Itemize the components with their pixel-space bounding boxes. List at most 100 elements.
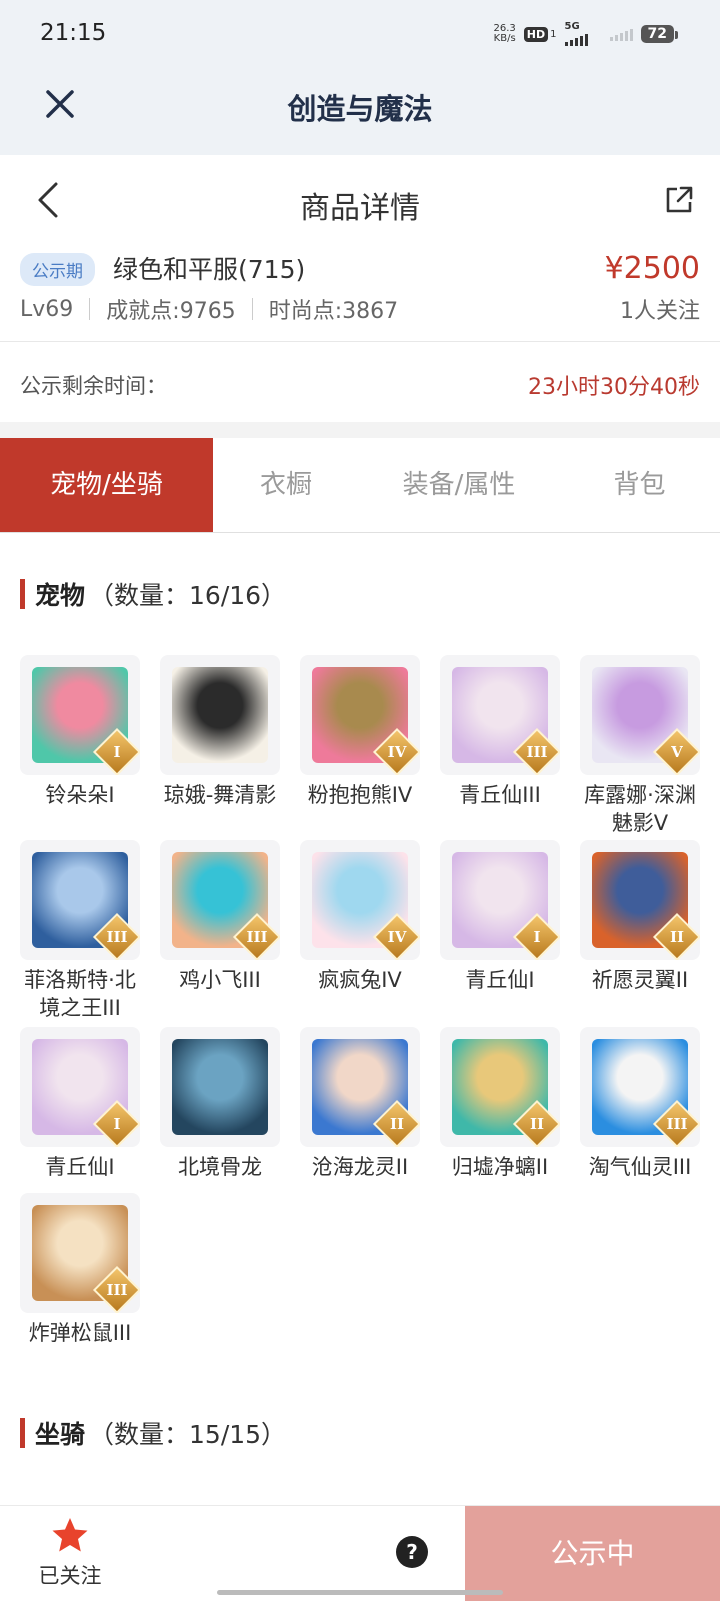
rank-numeral: V (671, 743, 683, 761)
pets-section-header: 宠物 （数量：16/16） (20, 578, 286, 610)
bottom-action-bar: 已关注 ? 公示中 (0, 1505, 720, 1601)
pet-card[interactable]: III 鸡小飞III (160, 840, 280, 994)
signal-5g-icon: 5G (564, 21, 588, 46)
pet-card[interactable]: III 菲洛斯特·北境之王III (20, 840, 140, 1022)
pet-card[interactable]: II 沧海龙灵II (300, 1027, 420, 1181)
rank-numeral: III (526, 743, 548, 761)
pet-portrait: V (580, 655, 700, 775)
divider (251, 298, 253, 320)
pet-card[interactable]: III 青丘仙III (440, 655, 560, 809)
follow-button[interactable]: 已关注 (30, 1516, 110, 1590)
rank-numeral: III (106, 928, 128, 946)
pet-card[interactable]: 北境骨龙 (160, 1027, 280, 1181)
section-count: （数量：16/16） (89, 581, 287, 610)
rank-numeral: I (113, 743, 121, 761)
mounts-section-header: 坐骑 （数量：15/15） (20, 1417, 286, 1449)
pet-image (172, 667, 268, 763)
pet-card[interactable]: IV 疯疯兔IV (300, 840, 420, 994)
pet-portrait: I (20, 655, 140, 775)
rank-numeral: II (669, 928, 685, 946)
pet-portrait: III (580, 1027, 700, 1147)
pet-card[interactable]: II 归墟净螭II (440, 1027, 560, 1181)
rank-numeral: IV (387, 743, 407, 761)
pet-portrait (160, 1027, 280, 1147)
tab-equipment[interactable]: 装备/属性 (359, 438, 559, 532)
tab-backpack[interactable]: 背包 (559, 438, 720, 532)
signal-icon (609, 27, 633, 41)
divider (89, 298, 91, 320)
followers-count: 1人关注 (620, 299, 700, 324)
countdown-label: 公示剩余时间： (20, 374, 167, 398)
divider (0, 422, 720, 438)
status-bar: 21:15 26.3 KB/s HD 1 5G 72 (0, 0, 720, 70)
pet-portrait: II (580, 840, 700, 960)
pet-card[interactable]: IV 粉抱抱熊IV (300, 655, 420, 809)
home-indicator (217, 1590, 503, 1595)
pet-portrait: I (20, 1027, 140, 1147)
item-name: 绿色和平服(715) (113, 255, 306, 284)
rank-numeral: IV (387, 928, 407, 946)
pet-name: 青丘仙III (459, 783, 541, 807)
rank-numeral: III (246, 928, 268, 946)
item-price: ¥2500 (604, 251, 700, 286)
follow-label: 已关注 (38, 1564, 102, 1588)
section-count: （数量：15/15） (89, 1420, 287, 1449)
pet-name: 粉抱抱熊IV (307, 783, 413, 807)
section-marker (20, 579, 25, 609)
pet-name: 青丘仙I (465, 968, 535, 992)
pet-card[interactable]: II 祈愿灵翼II (580, 840, 700, 994)
countdown: 公示剩余时间： 23小时30分40秒 (0, 342, 720, 422)
rank-numeral: I (113, 1115, 121, 1133)
pet-card[interactable]: III 炸弹松鼠III (20, 1193, 140, 1347)
section-title: 坐骑 (35, 1420, 86, 1449)
item-stats: Lv69 成就点:9765 时尚点:3867 (20, 293, 398, 325)
pet-portrait: IV (300, 655, 420, 775)
pet-portrait: III (20, 840, 140, 960)
pet-card[interactable]: III 淘气仙灵III (580, 1027, 700, 1181)
pet-card[interactable]: I 铃朵朵I (20, 655, 140, 809)
star-icon (52, 1518, 88, 1552)
pet-name: 炸弹松鼠III (28, 1321, 132, 1345)
pet-portrait: I (440, 840, 560, 960)
tab-wardrobe[interactable]: 衣橱 (213, 438, 359, 532)
pet-portrait: II (440, 1027, 560, 1147)
help-icon[interactable]: ? (396, 1536, 428, 1568)
status-badge: 公示期 (20, 253, 95, 286)
pet-name: 疯疯兔IV (318, 968, 402, 992)
pet-portrait: III (20, 1193, 140, 1313)
pet-name: 琼娥-舞清影 (163, 783, 277, 807)
app-bar: 创造与魔法 (0, 70, 720, 155)
pet-name: 祈愿灵翼II (591, 968, 689, 992)
countdown-value: 23小时30分40秒 (528, 375, 700, 400)
rank-numeral: II (389, 1115, 405, 1133)
share-icon[interactable] (664, 185, 694, 215)
pet-portrait: II (300, 1027, 420, 1147)
pet-card[interactable]: V 库露娜·深渊魅影V (580, 655, 700, 837)
pet-name: 归墟净螭II (451, 1155, 549, 1179)
publicity-button[interactable]: 公示中 (465, 1506, 720, 1601)
pet-name: 青丘仙I (45, 1155, 115, 1179)
rank-numeral: III (666, 1115, 688, 1133)
rank-numeral: III (106, 1281, 128, 1299)
level: Lv69 (20, 296, 74, 322)
achievement-points: 成就点:9765 (106, 299, 236, 324)
pet-portrait (160, 655, 280, 775)
status-icons: 26.3 KB/s HD 1 5G 72 (494, 21, 679, 46)
pet-card[interactable]: I 青丘仙I (440, 840, 560, 994)
section-marker (20, 1418, 25, 1448)
rank-numeral: II (529, 1115, 545, 1133)
item-summary: 公示期 绿色和平服(715) ¥2500 Lv69 成就点:9765 时尚点:3… (0, 245, 720, 342)
pet-name: 库露娜·深渊魅影V (584, 783, 696, 835)
pet-card[interactable]: 琼娥-舞清影 (160, 655, 280, 809)
app-title: 创造与魔法 (287, 92, 433, 126)
tab-pets-mounts[interactable]: 宠物/坐骑 (0, 438, 213, 532)
battery-icon: 72 (640, 25, 679, 43)
pet-card[interactable]: I 青丘仙I (20, 1027, 140, 1181)
pet-name: 鸡小飞III (179, 968, 261, 992)
fashion-points: 时尚点:3867 (268, 299, 399, 324)
net-speed: 26.3 KB/s (494, 24, 516, 44)
rank-numeral: I (533, 928, 541, 946)
pet-image (172, 1039, 268, 1135)
status-time: 21:15 (40, 20, 107, 46)
network-type: 5G (564, 21, 580, 32)
